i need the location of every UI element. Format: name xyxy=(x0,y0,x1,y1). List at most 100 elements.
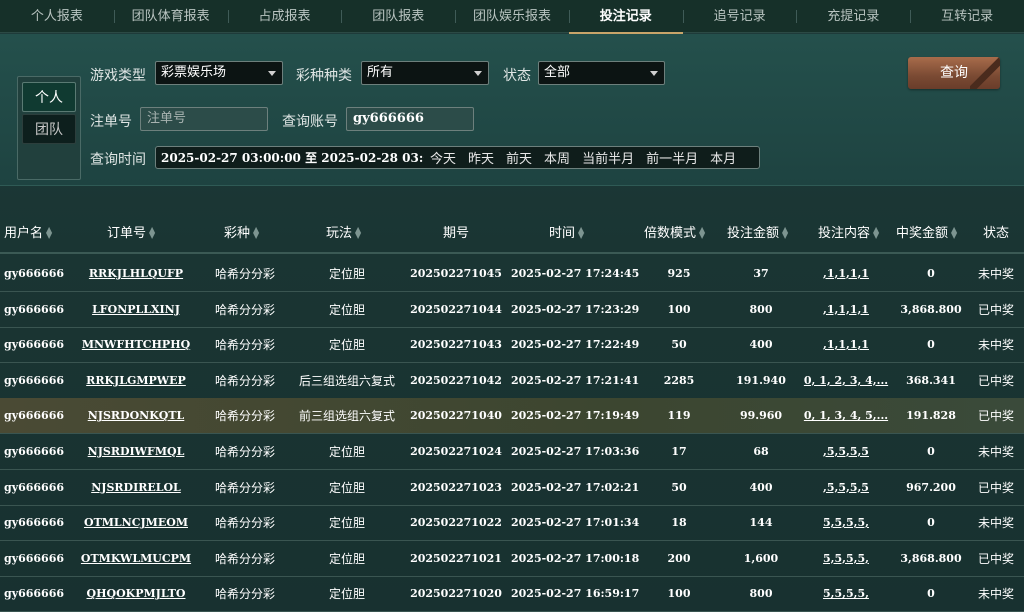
cell-order-no[interactable]: QHQOKPMJLTO xyxy=(76,576,196,612)
cell-order-no[interactable]: RRKJLGMPWEP xyxy=(76,363,196,399)
cell-status: 未中奖 xyxy=(977,267,1014,281)
table-row: gy666666 NJSRDIWFMQL 哈希分分彩 定位胆 202502271024 2… xyxy=(0,434,1024,470)
sort-icon: ▲ ▼ xyxy=(873,225,880,240)
cell-order-no[interactable]: OTMKWLMUCPM xyxy=(76,541,196,577)
table-header: 用户名 ▲ ▼ 订单号 ▲ ▼ 彩种 ▲ ▼ 玩法 ▲ ▼ 期号 时间 ▲ ▼ 倍数模式 ▲ ▼ 投注金… xyxy=(0,210,1024,254)
order-no-input[interactable]: 注单号 xyxy=(140,107,268,131)
quick-range-previous-half-month[interactable]: 前一半月 xyxy=(640,148,704,167)
sort-icon: ▲ ▼ xyxy=(782,225,789,240)
cell-order-no[interactable]: NJSRDIRELOL xyxy=(76,470,196,506)
sort-icon: ▲ ▼ xyxy=(699,225,706,240)
chevron-down-icon xyxy=(650,71,658,76)
column-header-lottery[interactable]: 彩种 ▲ ▼ xyxy=(224,222,259,241)
search-button[interactable]: 查询 xyxy=(908,57,1000,89)
column-header-prize[interactable]: 中奖金额 ▲ ▼ xyxy=(896,222,957,241)
tab-transfer-records[interactable]: 互转记录 xyxy=(910,0,1024,33)
date-range-input[interactable]: 2025-02-27 03:00:00 至 2025-02-28 03:00:0… xyxy=(156,149,424,166)
table-row: gy666666 RRKJLGMPWEP 哈希分分彩 后三组选组六复式 20250227… xyxy=(0,363,1024,399)
column-header-status: 状态 xyxy=(983,225,1010,241)
cell-status: 未中奖 xyxy=(977,587,1014,602)
tab-team-sports-report[interactable]: 团队体育报表 xyxy=(113,0,228,33)
cell-issue: 202502271045 xyxy=(410,267,502,280)
column-header-username[interactable]: 用户名 ▲ ▼ xyxy=(4,222,52,241)
cell-order-no[interactable]: NJSRDIWFMQL xyxy=(76,434,196,470)
cell-play: 定位胆 xyxy=(328,267,365,281)
cell-play: 定位胆 xyxy=(328,338,365,353)
scope-personal-button[interactable]: 个人 xyxy=(22,82,76,112)
cell-time: 2025-02-27 17:22:49 xyxy=(511,338,640,352)
cell-username: gy666666 xyxy=(4,587,65,601)
date-range-field: 2025-02-27 03:00:00 至 2025-02-28 03:00:0… xyxy=(155,146,760,169)
cell-order-no[interactable]: LFONPLLXINJ xyxy=(76,292,196,328)
tab-team-entertainment-report[interactable]: 团队娱乐报表 xyxy=(455,0,569,33)
table-row: gy666666 NJSRDONKQTL 哈希分分彩 前三组选组六复式 20250227… xyxy=(0,398,1024,435)
sort-icon: ▲ ▼ xyxy=(253,225,260,240)
cell-status: 已中奖 xyxy=(977,551,1014,566)
account-label: 查询账号 xyxy=(282,114,338,130)
query-time-label: 查询时间 xyxy=(90,152,146,168)
cell-order-no[interactable]: OTMLNCJMEOM xyxy=(76,505,196,541)
quick-range-yesterday[interactable]: 昨天 xyxy=(462,148,500,167)
quick-range-this-month[interactable]: 本月 xyxy=(704,148,742,167)
table-row: gy666666 LFONPLLXINJ 哈希分分彩 定位胆 202502271044 2… xyxy=(0,292,1024,328)
game-type-select[interactable]: 彩票娱乐场 xyxy=(155,61,283,85)
sort-icon: ▲ ▼ xyxy=(951,225,958,240)
cell-issue: 202502271022 xyxy=(410,516,502,530)
table-row: gy666666 MNWFHTCHPHQ 哈希分分彩 定位胆 202502271043 2… xyxy=(0,327,1024,364)
scope-team-button[interactable]: 团队 xyxy=(22,114,76,144)
sort-icon: ▲ ▼ xyxy=(46,225,53,240)
cell-order-no[interactable]: NJSRDONKQTL xyxy=(76,398,196,434)
cell-order-no[interactable]: RRKJLHLQUFP xyxy=(76,256,196,292)
account-input[interactable]: gy666666 xyxy=(346,107,474,131)
cell-issue: 202502271024 xyxy=(410,445,502,458)
tab-chase-records[interactable]: 追号记录 xyxy=(682,0,797,33)
cell-time: 2025-02-27 16:59:17 xyxy=(511,587,640,601)
quick-range-this-week[interactable]: 本周 xyxy=(538,148,576,167)
status-select[interactable]: 全部 xyxy=(538,61,665,85)
cell-play: 定位胆 xyxy=(328,551,365,566)
cell-play: 前三组选组六复式 xyxy=(298,409,395,424)
status-label: 状态 xyxy=(503,68,531,84)
tab-personal-report[interactable]: 个人报表 xyxy=(0,0,114,33)
quick-range-current-half-month[interactable]: 当前半月 xyxy=(576,148,640,167)
table-row: gy666666 OTMLNCJMEOM 哈希分分彩 定位胆 202502271022 2… xyxy=(0,505,1024,542)
cell-username: gy666666 xyxy=(4,409,65,423)
lottery-kind-label: 彩种种类 xyxy=(296,68,352,84)
tab-team-report[interactable]: 团队报表 xyxy=(341,0,455,33)
column-header-multiplier[interactable]: 倍数模式 ▲ ▼ xyxy=(644,222,705,241)
cell-issue: 202502271044 xyxy=(410,302,502,316)
column-header-play[interactable]: 玩法 ▲ ▼ xyxy=(326,222,361,241)
cell-issue: 202502271021 xyxy=(410,551,502,565)
tab-bet-records[interactable]: 投注记录 xyxy=(568,0,683,34)
lottery-kind-value: 所有 xyxy=(367,65,394,80)
cell-status: 未中奖 xyxy=(977,516,1014,531)
cell-status: 已中奖 xyxy=(977,480,1014,495)
cell-order-no[interactable]: MNWFHTCHPHQ xyxy=(76,327,196,363)
status-value: 全部 xyxy=(544,65,571,80)
cell-username: gy666666 xyxy=(4,373,65,387)
filter-panel: 个人 团队 游戏类型 彩票娱乐场 彩种种类 所有 状态 全部 查询 注单号 注单… xyxy=(0,34,1024,186)
cell-play: 定位胆 xyxy=(328,587,365,602)
game-type-value: 彩票娱乐场 xyxy=(161,65,227,80)
quick-range-today[interactable]: 今天 xyxy=(424,148,462,167)
order-no-label: 注单号 xyxy=(90,114,132,130)
tab-deposit-withdraw-records[interactable]: 充提记录 xyxy=(796,0,910,33)
tab-share-report[interactable]: 占成报表 xyxy=(227,0,342,33)
cell-play: 定位胆 xyxy=(328,480,365,495)
column-header-time[interactable]: 时间 ▲ ▼ xyxy=(549,222,584,241)
cell-time: 2025-02-27 17:02:21 xyxy=(511,480,640,494)
quick-range-day-before[interactable]: 前天 xyxy=(500,148,538,167)
sort-icon: ▲ ▼ xyxy=(578,225,585,240)
column-header-order-no[interactable]: 订单号 ▲ ▼ xyxy=(107,222,155,241)
cell-time: 2025-02-27 17:21:41 xyxy=(511,373,640,387)
scope-toggle: 个人 团队 xyxy=(17,76,81,180)
cell-play: 定位胆 xyxy=(328,302,365,317)
table-row: gy666666 RRKJLHLQUFP 哈希分分彩 定位胆 202502271045 2… xyxy=(0,256,1024,292)
column-header-bet-content[interactable]: 投注内容 ▲ ▼ xyxy=(818,222,879,241)
cell-username: gy666666 xyxy=(4,267,65,280)
cell-username: gy666666 xyxy=(4,516,65,530)
cell-time: 2025-02-27 17:24:45 xyxy=(511,267,640,280)
cell-issue: 202502271042 xyxy=(410,373,502,387)
column-header-bet-amount[interactable]: 投注金额 ▲ ▼ xyxy=(727,222,788,241)
lottery-kind-select[interactable]: 所有 xyxy=(361,61,489,85)
